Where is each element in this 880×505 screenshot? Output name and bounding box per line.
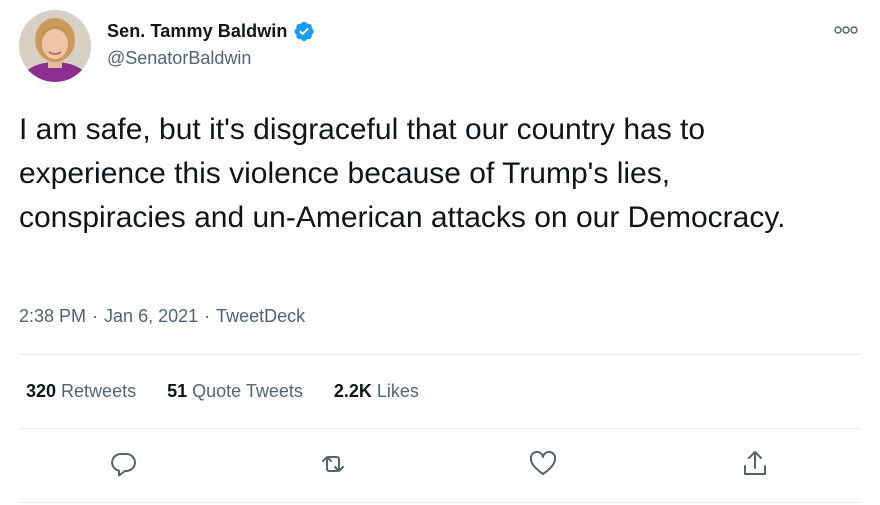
- quote-tweets-stat[interactable]: 51 Quote Tweets: [167, 381, 303, 402]
- tweet-date[interactable]: Jan 6, 2021: [104, 306, 198, 327]
- tweet-source[interactable]: TweetDeck: [216, 306, 305, 327]
- author-name[interactable]: Sen. Tammy Baldwin: [107, 21, 288, 42]
- author-handle[interactable]: @SenatorBaldwin: [107, 48, 251, 69]
- tweet-stats: 320 Retweets 51 Quote Tweets 2.2K Likes: [26, 381, 450, 402]
- reply-icon[interactable]: [105, 446, 141, 482]
- tweet-meta: 2:38 PM · Jan 6, 2021 · TweetDeck: [19, 306, 305, 327]
- action-bar: [0, 446, 880, 486]
- like-icon[interactable]: [525, 446, 561, 482]
- retweets-label: Retweets: [61, 381, 137, 401]
- more-options-icon[interactable]: [832, 22, 860, 38]
- retweet-icon[interactable]: [315, 446, 351, 482]
- quote-tweets-count: 51: [167, 381, 188, 401]
- avatar[interactable]: [19, 10, 91, 82]
- tweet-text: I am safe, but it's disgraceful that our…: [19, 113, 786, 234]
- share-icon[interactable]: [737, 446, 773, 482]
- meta-separator: ·: [204, 306, 211, 326]
- tweet-card: Sen. Tammy Baldwin @SenatorBaldwin I am …: [0, 0, 880, 505]
- tweet-time[interactable]: 2:38 PM: [19, 306, 86, 327]
- likes-count: 2.2K: [333, 381, 372, 401]
- divider: [19, 428, 861, 429]
- quote-tweets-label: Quote Tweets: [192, 381, 303, 401]
- retweets-count: 320: [26, 381, 57, 401]
- author-name-row: Sen. Tammy Baldwin: [107, 20, 315, 42]
- likes-label: Likes: [376, 381, 419, 401]
- verified-badge-icon: [293, 20, 315, 42]
- likes-stat[interactable]: 2.2K Likes: [334, 381, 419, 402]
- meta-separator: ·: [92, 306, 99, 326]
- divider: [19, 502, 861, 503]
- retweets-stat[interactable]: 320 Retweets: [26, 381, 136, 402]
- divider: [19, 354, 861, 355]
